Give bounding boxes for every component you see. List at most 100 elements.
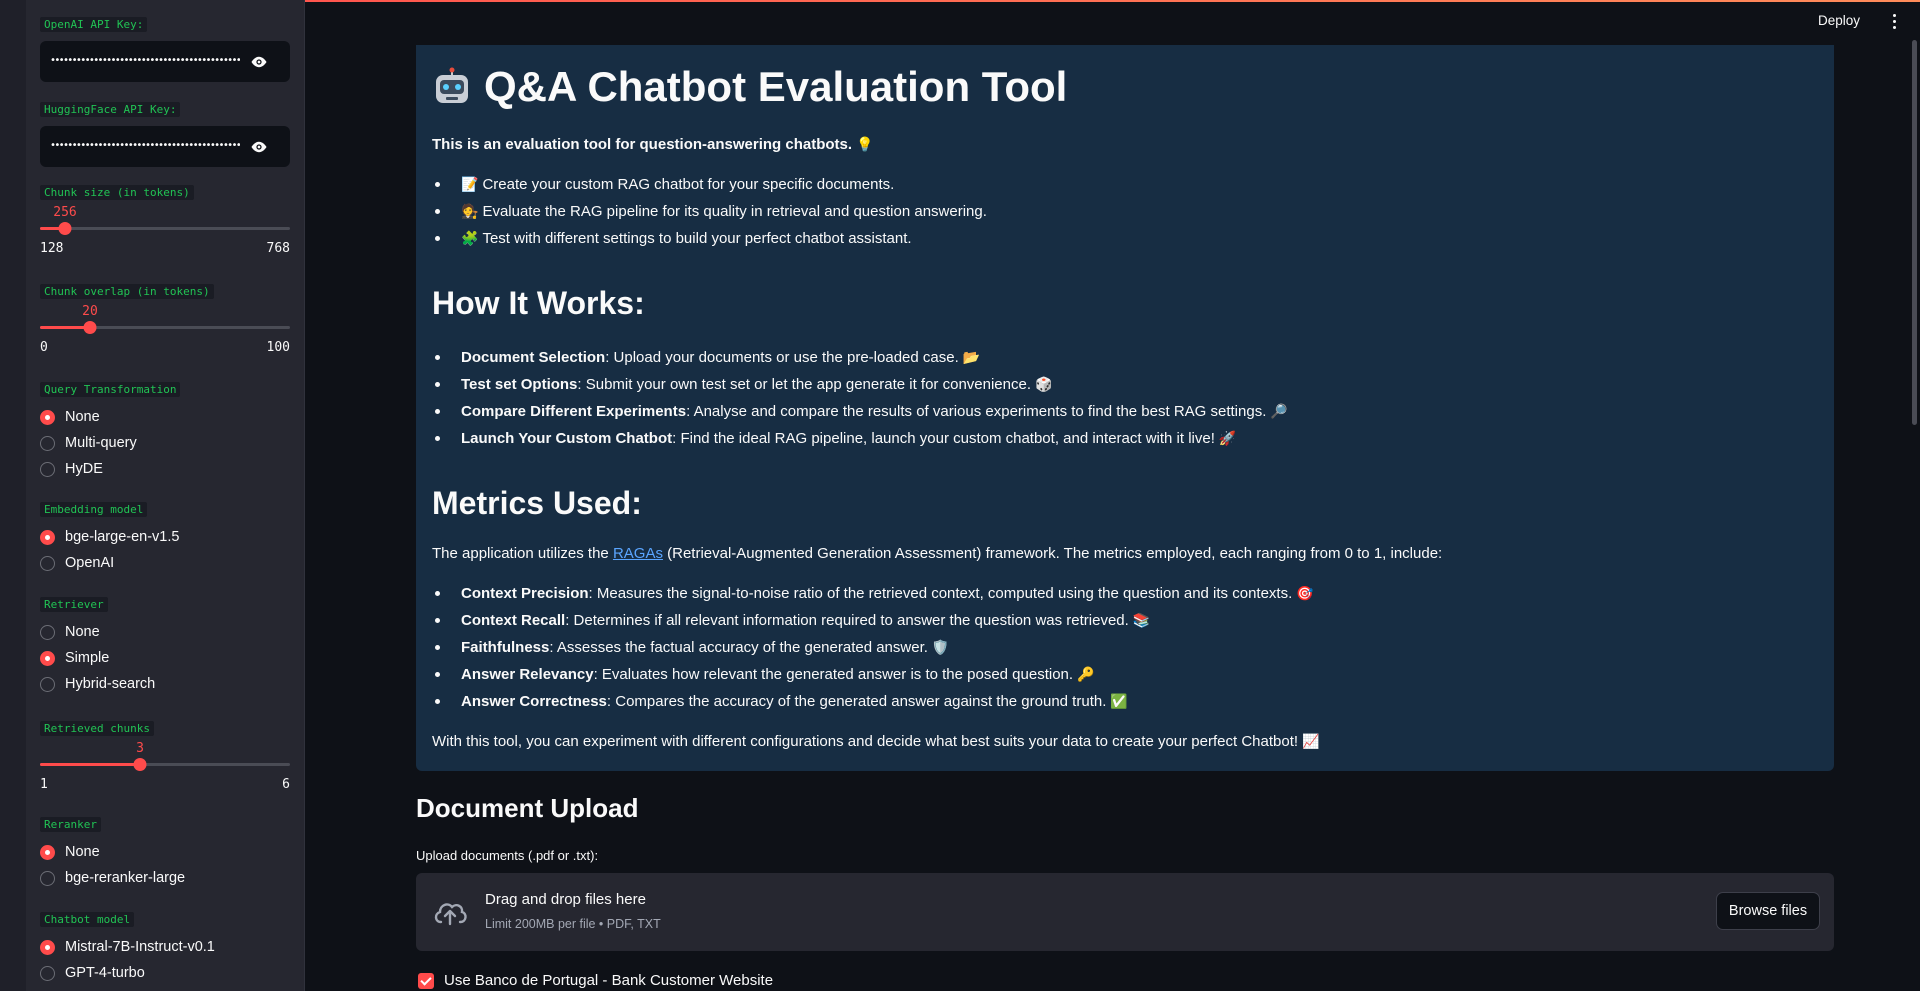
slider-thumb[interactable]: [83, 321, 97, 334]
list-item-bold: Test set Options: [461, 376, 578, 393]
list-item-text: Test with different settings to build yo…: [482, 230, 912, 247]
hf-key-input[interactable]: ••••••••••••••••••••••••••••••••••••••••…: [40, 126, 290, 167]
chunk-size-label: Chunk size (in tokens): [40, 185, 194, 200]
reranker-label: Reranker: [40, 817, 101, 832]
radio-option[interactable]: None: [40, 404, 180, 430]
slider-thumb[interactable]: [133, 758, 147, 771]
list-item-bold: Context Recall: [461, 612, 566, 629]
radio-option[interactable]: OpenAI: [40, 550, 179, 576]
list-item: 📝 Create your custom RAG chatbot for your…: [432, 171, 987, 198]
list-item-text: : Submit your own test set or let the ap…: [577, 376, 1031, 393]
metrics-intro-after: (Retrieval-Augmented Generation Assessme…: [662, 545, 1443, 562]
intro-subtitle: This is an evaluation tool for question-…: [432, 136, 873, 153]
ragas-link[interactable]: RAGAs: [613, 545, 663, 562]
list-item-bold: Faithfulness: [461, 639, 550, 656]
list-item: 🧑‍⚖️ Evaluate the RAG pipeline for its qu…: [432, 198, 987, 225]
openai-key-value: ••••••••••••••••••••••••••••••••••••••••…: [50, 55, 240, 66]
list-item-bold: Document Selection: [461, 349, 606, 366]
intro-subtitle-text: This is an evaluation tool for question-…: [432, 136, 853, 153]
eye-icon[interactable]: [250, 138, 268, 156]
radio-circle[interactable]: [40, 529, 55, 545]
page-title: Q&A Chatbot Evaluation Tool: [432, 63, 1067, 111]
radio-circle[interactable]: [40, 939, 55, 955]
radio-option[interactable]: GPT-4-turbo: [40, 960, 215, 986]
radio-option[interactable]: Simple: [40, 645, 155, 671]
radio-circle[interactable]: [40, 409, 55, 425]
browse-files-button[interactable]: Browse files: [1716, 892, 1820, 930]
radio-option[interactable]: HyDE: [40, 456, 180, 482]
retriever-label: Retriever: [40, 597, 108, 612]
slider-fill: [40, 763, 140, 766]
radio-circle[interactable]: [40, 870, 55, 886]
metrics-intro: The application utilizes the RAGAs (Retr…: [432, 545, 1442, 562]
metrics-list: Context Precision: Measures the signal-t…: [432, 580, 1314, 715]
list-item-text: : Find the ideal RAG pipeline, launch yo…: [672, 430, 1215, 447]
metrics-closing: With this tool, you can experiment with …: [432, 733, 1319, 750]
radio-circle[interactable]: [40, 676, 55, 692]
lightbulb-icon: 💡: [856, 136, 874, 152]
target-icon: 🎯: [1296, 585, 1314, 601]
list-item: Document Selection: Upload your document…: [432, 344, 1288, 371]
list-item-text: Create your custom RAG chatbot for your …: [482, 176, 895, 193]
radio-option[interactable]: Mistral-7B-Instruct-v0.1: [40, 934, 215, 960]
radio-option[interactable]: Hybrid-search: [40, 671, 155, 697]
more-menu-icon[interactable]: [1893, 14, 1897, 30]
use-bank-checkbox[interactable]: [418, 972, 434, 989]
chunk-overlap-slider[interactable]: 20 0 100: [40, 300, 290, 355]
radio-circle[interactable]: [40, 650, 55, 666]
check-mark-icon: ✅: [1110, 693, 1128, 709]
dropzone-title: Drag and drop files here: [485, 891, 646, 908]
slider-max: 768: [266, 241, 290, 256]
file-dropzone[interactable]: Drag and drop files here Limit 200MB per…: [416, 873, 1834, 951]
chunk-size-slider[interactable]: 256 128 768: [40, 201, 290, 256]
sidebar: OpenAI API Key: ••••••••••••••••••••••••…: [0, 0, 305, 991]
eye-icon[interactable]: [250, 53, 268, 71]
retrieved-chunks-slider[interactable]: 3 1 6: [40, 737, 290, 792]
radio-circle[interactable]: [40, 844, 55, 860]
intro-list: 📝 Create your custom RAG chatbot for your…: [432, 171, 987, 252]
list-item: Context Recall: Determines if all releva…: [432, 607, 1314, 634]
chart-icon: 📈: [1302, 733, 1320, 749]
radio-option[interactable]: None: [40, 839, 185, 865]
list-item-text: : Measures the signal-to-noise ratio of …: [588, 585, 1293, 602]
chatbot-model-label: Chatbot model: [40, 912, 135, 927]
radio-circle[interactable]: [40, 461, 55, 477]
retriever-group: Retriever None Simple Hybrid-search: [40, 595, 155, 697]
sidebar-strip: [0, 0, 26, 991]
radio-circle[interactable]: [40, 965, 55, 981]
radio-label: Hybrid-search: [65, 676, 156, 692]
query-transformation-group: Query Transformation None Multi-query HyDE: [40, 380, 181, 482]
slider-min: 0: [40, 340, 48, 355]
list-item-text: Evaluate the RAG pipeline for its qualit…: [482, 203, 987, 220]
dropzone-subtitle: Limit 200MB per file • PDF, TXT: [485, 917, 661, 931]
list-item-bold: Answer Relevancy: [461, 666, 594, 683]
radio-option[interactable]: Multi-query: [40, 430, 180, 456]
radio-circle[interactable]: [40, 435, 55, 451]
judge-icon: 🧑‍⚖️: [461, 203, 479, 219]
list-item: Launch Your Custom Chatbot: Find the ide…: [432, 425, 1288, 452]
rocket-icon: 🚀: [1218, 430, 1237, 446]
document-upload-heading: Document Upload: [416, 793, 639, 823]
chatbot-model-group: Chatbot model Mistral-7B-Instruct-v0.1 GP…: [40, 910, 215, 986]
list-item: 🧩 Test with different settings to build y…: [432, 225, 987, 252]
list-item: Compare Different Experiments: Analyse a…: [432, 398, 1288, 425]
slider-min: 128: [40, 241, 64, 256]
deploy-button[interactable]: Deploy: [1818, 13, 1860, 28]
radio-label: None: [65, 409, 100, 425]
openai-key-input[interactable]: ••••••••••••••••••••••••••••••••••••••••…: [40, 41, 290, 82]
metrics-closing-text: With this tool, you can experiment with …: [432, 733, 1299, 750]
query-transformation-label: Query Transformation: [40, 382, 181, 397]
folder-icon: 📂: [962, 349, 981, 365]
radio-circle[interactable]: [40, 555, 55, 571]
puzzle-icon: 🧩: [461, 230, 479, 246]
radio-option[interactable]: None: [40, 619, 155, 645]
slider-thumb[interactable]: [58, 222, 72, 235]
radio-option[interactable]: bge-large-en-v1.5: [40, 524, 179, 550]
list-item: Answer Correctness: Compares the accurac…: [432, 688, 1314, 715]
list-item-bold: Answer Correctness: [461, 693, 607, 710]
use-bank-checkbox-row[interactable]: Use Banco de Portugal - Bank Customer We…: [418, 972, 773, 989]
radio-circle[interactable]: [40, 624, 55, 640]
slider-value: 20: [82, 304, 98, 319]
scrollbar[interactable]: [1912, 40, 1917, 425]
radio-option[interactable]: bge-reranker-large: [40, 865, 185, 891]
